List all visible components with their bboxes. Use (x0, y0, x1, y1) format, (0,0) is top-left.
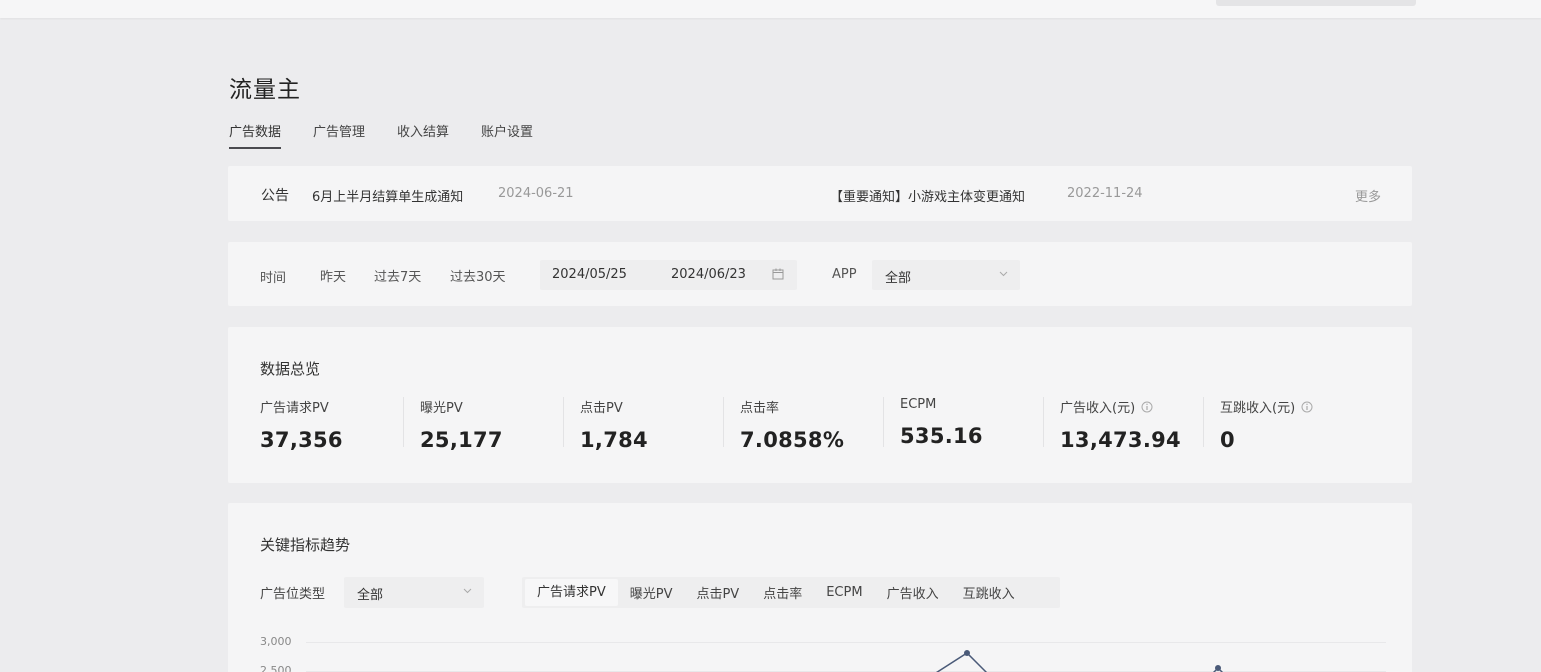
notice-card: 公告 6月上半月结算单生成通知 2024-06-21 【重要通知】小游戏主体变更… (228, 166, 1412, 221)
metric-tab-jump-income[interactable]: 互跳收入 (951, 583, 1027, 602)
calendar-icon[interactable] (772, 268, 784, 280)
notice-item-date: 2024-06-21 (498, 186, 574, 201)
tab-income-settlement[interactable]: 收入结算 (397, 121, 449, 149)
metric-value: 25,177 (420, 428, 503, 452)
time-label: 时间 (260, 271, 287, 286)
metric-ecpm: ECPM 535.16 (883, 397, 1060, 457)
app-label: APP (832, 267, 857, 282)
metric-value: 1,784 (580, 428, 648, 452)
overview-title: 数据总览 (260, 360, 321, 378)
divider (723, 397, 724, 447)
metric-clicks: 点击PV 1,784 (563, 397, 740, 457)
quick-range-30days[interactable]: 过去30天 (450, 266, 506, 285)
start-date[interactable]: 2024/05/25 (552, 267, 627, 282)
divider (883, 397, 884, 447)
metric-ad-income: 广告收入(元) 13,473.94 (1043, 397, 1220, 457)
metric-ad-requests: 广告请求PV 37,356 (260, 397, 420, 457)
trend-line-chart (935, 650, 1224, 672)
data-point[interactable] (964, 650, 970, 656)
metrics-row: 广告请求PV 37,356 曝光PV 25,177 点击PV 1,784 点击率… (260, 397, 1380, 457)
metric-ctr: 点击率 7.0858% (723, 397, 900, 457)
app-select-value: 全部 (885, 271, 912, 286)
notice-item-title[interactable]: 【重要通知】小游戏主体变更通知 (830, 186, 1025, 205)
notice-item-title[interactable]: 6月上半月结算单生成通知 (312, 186, 463, 205)
metric-tab-ad-requests[interactable]: 广告请求PV (525, 579, 618, 606)
notice-item-date: 2022-11-24 (1067, 186, 1143, 201)
ad-type-label: 广告位类型 (260, 587, 326, 602)
metric-label: 点击PV (580, 401, 623, 416)
end-date[interactable]: 2024/06/23 (671, 267, 746, 282)
trend-title: 关键指标趋势 (260, 536, 351, 554)
metric-impressions: 曝光PV 25,177 (403, 397, 580, 457)
metric-value: 7.0858% (740, 428, 845, 452)
notice-more-link[interactable]: 更多 (1355, 186, 1381, 205)
metric-value: 535.16 (900, 424, 983, 448)
data-point[interactable] (1215, 665, 1221, 671)
ad-type-select[interactable]: 全部 (344, 577, 484, 608)
top-navigation-bar (0, 0, 1541, 18)
metric-label: 广告收入(元) (1060, 397, 1220, 416)
top-search-box[interactable] (1216, 0, 1416, 6)
filter-card: 时间 昨天 过去7天 过去30天 2024/05/25 2024/06/23 A… (228, 242, 1412, 306)
metric-tab-ctr[interactable]: 点击率 (751, 583, 814, 602)
overview-card: 数据总览 广告请求PV 37,356 曝光PV 25,177 点击PV 1,78… (228, 327, 1412, 483)
trend-chart: 3,000 2,500 (228, 628, 1412, 672)
metric-tab-ecpm[interactable]: ECPM (814, 585, 874, 600)
info-icon[interactable] (1141, 401, 1153, 413)
metric-jump-income: 互跳收入(元) 0 (1203, 397, 1380, 457)
metric-tab-impressions[interactable]: 曝光PV (618, 583, 685, 602)
date-range-picker[interactable]: 2024/05/25 2024/06/23 (540, 260, 797, 290)
quick-range-7days[interactable]: 过去7天 (374, 266, 421, 285)
divider (1203, 397, 1204, 447)
metric-tab-clicks[interactable]: 点击PV (684, 583, 751, 602)
divider (563, 397, 564, 447)
trend-card: 关键指标趋势 广告位类型 全部 广告请求PV 曝光PV 点击PV 点击率 ECP… (228, 503, 1412, 672)
tab-ad-management[interactable]: 广告管理 (313, 121, 365, 149)
page-title: 流量主 (229, 77, 301, 103)
divider (1043, 397, 1044, 447)
tab-ad-data[interactable]: 广告数据 (229, 121, 282, 149)
metric-value: 0 (1220, 428, 1235, 452)
metric-label: 互跳收入(元) (1220, 397, 1380, 416)
ad-type-select-value: 全部 (357, 588, 384, 603)
chevron-down-icon (999, 271, 1008, 277)
chevron-down-icon (463, 588, 472, 594)
main-tabs: 广告数据 广告管理 收入结算 账户设置 (229, 121, 565, 149)
metric-label: 点击率 (740, 401, 780, 416)
metric-value: 37,356 (260, 428, 343, 452)
notice-label: 公告 (261, 188, 289, 204)
metric-label: 广告请求PV (260, 401, 329, 416)
metric-label: ECPM (900, 397, 937, 412)
metric-value: 13,473.94 (1060, 428, 1181, 452)
trend-series-line (935, 652, 988, 672)
metric-tab-ad-income[interactable]: 广告收入 (875, 583, 951, 602)
divider (403, 397, 404, 447)
metric-tab-group: 广告请求PV 曝光PV 点击PV 点击率 ECPM 广告收入 互跳收入 (522, 577, 1060, 608)
app-select[interactable]: 全部 (872, 260, 1020, 290)
quick-range-yesterday[interactable]: 昨天 (320, 266, 346, 285)
metric-label: 曝光PV (420, 401, 463, 416)
tab-account-settings[interactable]: 账户设置 (481, 121, 533, 149)
info-icon[interactable] (1301, 401, 1313, 413)
